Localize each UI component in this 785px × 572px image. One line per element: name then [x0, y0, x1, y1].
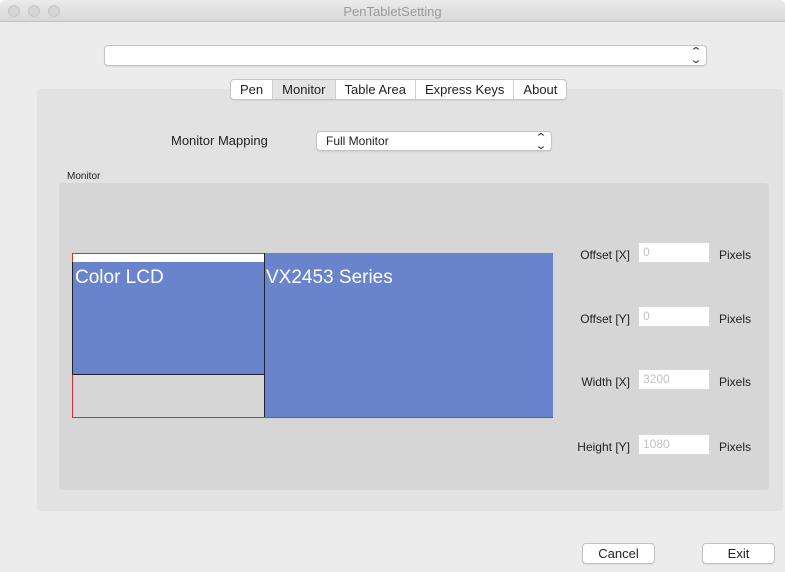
title-bar: PenTabletSetting — [0, 0, 785, 22]
device-select[interactable]: ⌃ ⌄ — [104, 45, 707, 66]
tab-about[interactable]: About — [514, 80, 566, 99]
monitor-vx2453[interactable]: VX2453 Series — [264, 253, 553, 417]
cancel-button[interactable]: Cancel — [582, 543, 655, 564]
offset-x-label: Offset [X] — [580, 248, 630, 262]
width-x-label: Width [X] — [581, 375, 630, 389]
monitor-group-label: Monitor — [67, 171, 101, 182]
offset-x-input[interactable]: 0 — [638, 242, 710, 263]
window-title: PenTabletSetting — [343, 4, 442, 19]
monitor-color-lcd-label: Color LCD — [75, 267, 164, 288]
tab-table-area[interactable]: Table Area — [336, 80, 416, 99]
offset-x-unit: Pixels — [719, 248, 752, 262]
monitor-color-lcd[interactable]: Color LCD — [72, 262, 265, 375]
tab-pen[interactable]: Pen — [231, 80, 274, 99]
offset-y-unit: Pixels — [719, 312, 752, 326]
exit-button[interactable]: Exit — [702, 543, 775, 564]
tab-bar: Pen Monitor Table Area Express Keys Abou… — [230, 79, 568, 100]
monitor-mapping-value: Full Monitor — [326, 134, 389, 148]
monitor-vx2453-label: VX2453 Series — [266, 267, 393, 288]
width-x-unit: Pixels — [719, 375, 752, 389]
monitor-mapping-select[interactable]: Full Monitor ⌃ ⌄ — [316, 131, 552, 152]
monitor-mapping-label: Monitor Mapping — [171, 133, 268, 148]
chevron-updown-icon: ⌃ ⌄ — [689, 46, 703, 66]
height-y-unit: Pixels — [719, 440, 752, 454]
tab-express-keys[interactable]: Express Keys — [416, 80, 515, 99]
height-y-label: Height [Y] — [577, 440, 630, 454]
offset-y-label: Offset [Y] — [580, 312, 630, 326]
chevron-updown-icon: ⌃ ⌄ — [534, 132, 548, 152]
color-lcd-top-strip — [73, 254, 265, 262]
app-window: PenTabletSetting ⌃ ⌄ Pen Monitor Table Ar… — [0, 0, 785, 572]
width-x-input[interactable]: 3200 — [638, 369, 710, 390]
tab-monitor[interactable]: Monitor — [273, 80, 336, 99]
height-y-input[interactable]: 1080 — [638, 434, 710, 455]
offset-y-input[interactable]: 0 — [638, 306, 710, 327]
